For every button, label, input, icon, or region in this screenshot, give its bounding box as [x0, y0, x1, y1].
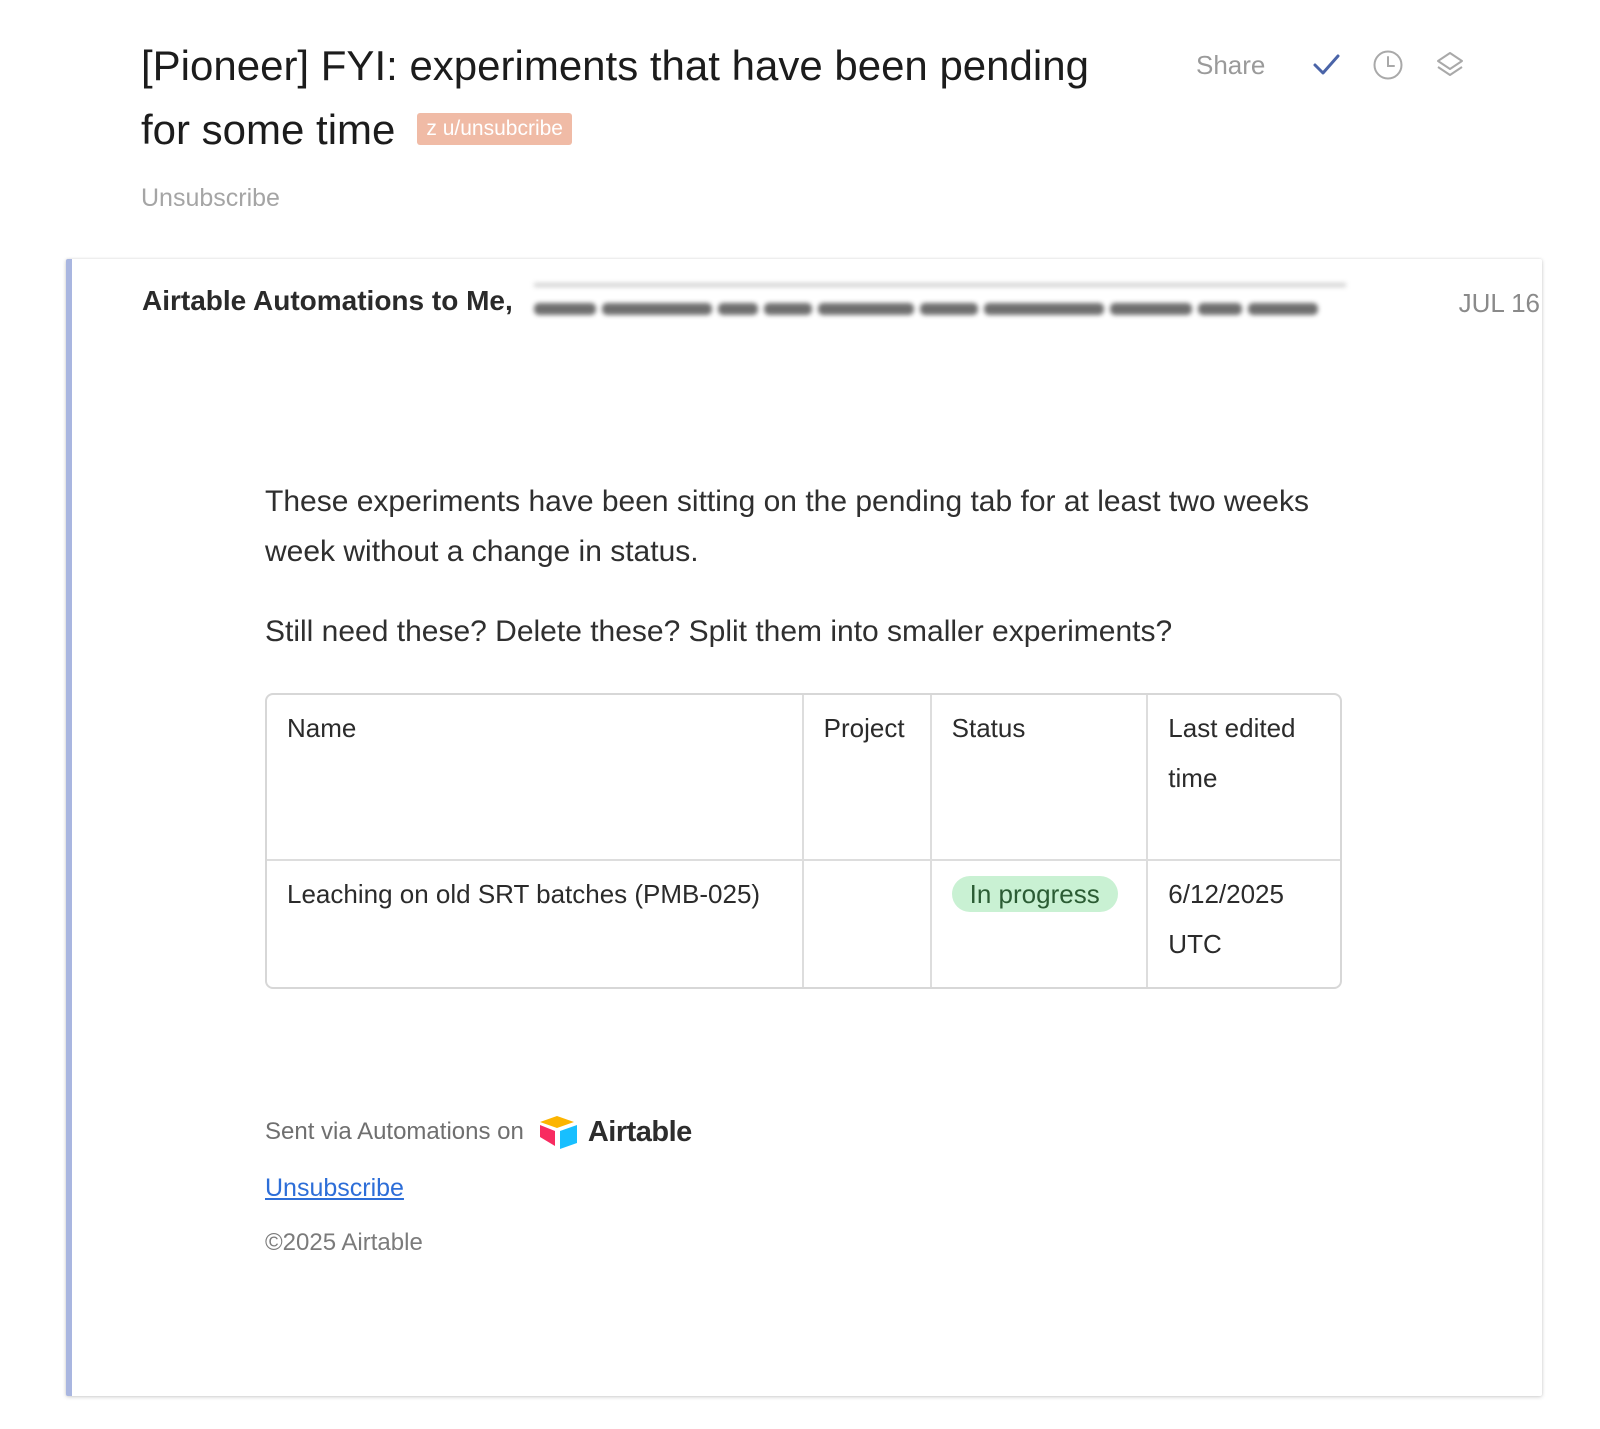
email-subject: [Pioneer] FYI: experiments that have bee… [141, 34, 1201, 162]
column-header-project: Project [803, 695, 932, 861]
label-chip[interactable]: z u/unsubcribe [417, 112, 572, 145]
clock-icon[interactable] [1371, 48, 1405, 82]
question-paragraph: Still need these? Delete these? Split th… [265, 615, 1173, 648]
subject-line-1: [Pioneer] FYI: experiments that have bee… [141, 42, 1089, 89]
header-actions: Share [1196, 48, 1495, 82]
column-header-name: Name [267, 695, 804, 861]
column-header-status: Status [931, 695, 1149, 861]
recipients-redacted [534, 283, 1346, 327]
airtable-brand[interactable]: Airtable [538, 1114, 692, 1150]
sender-line[interactable]: Airtable Automations to Me, [142, 279, 513, 323]
message-date: JUL 16 [1458, 288, 1540, 318]
subject-line-2: for some time z u/unsubcribe [141, 98, 1201, 162]
email-message-card: Airtable Automations to Me, JUL 16 These… [66, 259, 1542, 1396]
column-header-last-edited: Last edited time [1148, 695, 1340, 861]
check-icon[interactable] [1309, 48, 1343, 82]
message-body: These experiments have been sitting on t… [265, 477, 1355, 989]
experiments-table: Name Project Status Last edited time Lea… [265, 693, 1342, 989]
cell-name: Leaching on old SRT batches (PMB-025) [267, 861, 804, 987]
table-header-row: Name Project Status Last edited time [267, 695, 1340, 861]
table-row: Leaching on old SRT batches (PMB-025) In… [267, 861, 1340, 987]
cell-last-edited: 6/12/2025 UTC [1168, 879, 1284, 959]
share-button[interactable]: Share [1196, 50, 1265, 81]
email-header: [Pioneer] FYI: experiments that have bee… [141, 34, 1471, 213]
subject-line-2-text: for some time [141, 106, 396, 153]
airtable-wordmark: Airtable [587, 1115, 692, 1148]
title-row: [Pioneer] FYI: experiments that have bee… [141, 34, 1471, 162]
cell-project [804, 861, 932, 987]
layers-icon[interactable] [1433, 48, 1467, 82]
message-meta-row: Airtable Automations to Me, JUL 16 [142, 279, 1540, 327]
sent-via-text: Sent via Automations on [265, 1118, 524, 1145]
intro-paragraph: These experiments have been sitting on t… [265, 485, 1309, 568]
message-footer: Sent via Automations on Airtable Unsubsc… [265, 1114, 692, 1257]
airtable-logo-icon [539, 1116, 577, 1149]
copyright-text: ©2025 Airtable [265, 1229, 423, 1256]
status-badge: In progress [951, 876, 1118, 912]
cell-status: In progress [932, 861, 1149, 987]
sent-via-row: Sent via Automations on Airtable [265, 1114, 692, 1150]
header-unsubscribe-link[interactable]: Unsubscribe [141, 184, 1471, 213]
footer-unsubscribe-link[interactable]: Unsubscribe [265, 1174, 404, 1203]
